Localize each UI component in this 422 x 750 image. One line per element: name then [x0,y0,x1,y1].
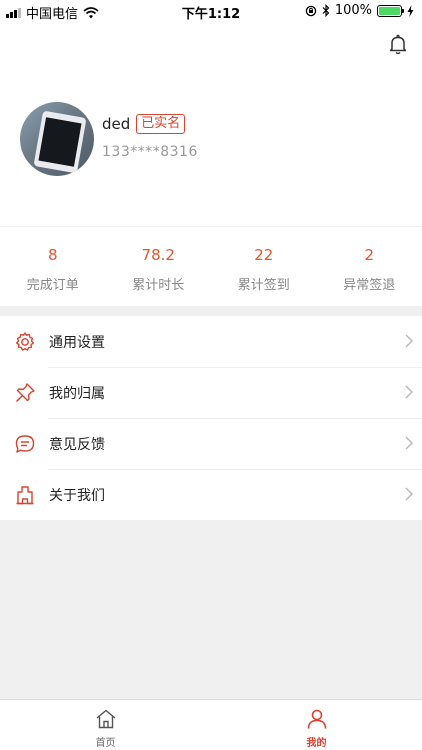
stat-label: 异常签退 [343,278,396,293]
stat-value: 78.2 [141,246,175,264]
tab-home[interactable]: 首页 [0,700,211,750]
stat-label: 累计签到 [237,278,290,293]
stats-row: 8 完成订单 78.2 累计时长 22 累计签到 2 异常签退 [0,226,422,306]
status-bar: 中国电信 下午1:12 100% [0,0,422,22]
rotation-lock-icon [305,5,317,16]
menu-item-feedback[interactable]: 意见反馈 [0,418,422,469]
person-icon [307,709,326,729]
stat-completed-orders[interactable]: 8 完成订单 [0,227,106,306]
battery-percent: 100% [334,3,372,18]
feedback-icon [15,434,35,453]
stat-value: 22 [254,246,274,264]
menu-item-label: 通用设置 [49,334,105,351]
settings-menu: 通用设置 我的归属 意见反馈 关于我们 [0,316,422,520]
menu-item-general-settings[interactable]: 通用设置 [0,316,422,367]
menu-item-about-us[interactable]: 关于我们 [0,469,422,520]
tab-mine[interactable]: 我的 [211,700,422,750]
profile-header: ded 已实名 133****8316 [0,22,422,226]
stat-value: 8 [47,246,58,264]
stat-label: 完成订单 [26,278,79,293]
stat-total-checkins[interactable]: 22 累计签到 [211,227,317,306]
verified-badge: 已实名 [136,114,186,134]
tab-label: 首页 [95,738,116,749]
chevron-right-icon [405,334,414,348]
chevron-right-icon [405,436,414,450]
gear-icon [16,331,34,351]
home-icon [96,709,115,729]
tab-label: 我的 [306,738,327,749]
charging-icon [407,4,414,17]
menu-item-my-affiliation[interactable]: 我的归属 [0,367,422,418]
user-phone: 133****8316 [102,144,198,160]
chevron-right-icon [405,385,414,399]
bell-icon[interactable] [386,32,410,56]
chevron-right-icon [405,487,414,501]
avatar[interactable] [20,102,94,176]
menu-item-label: 我的归属 [49,385,105,402]
menu-item-label: 意见反馈 [49,436,105,453]
bluetooth-icon [322,4,330,17]
building-icon [16,485,34,504]
menu-item-label: 关于我们 [49,487,105,504]
stat-value: 2 [364,246,375,264]
stat-label: 累计时长 [132,278,185,293]
battery-icon [377,4,404,17]
user-name: ded [102,115,131,133]
pin-icon [15,382,35,402]
stat-abnormal-checkouts[interactable]: 2 异常签退 [317,227,422,306]
tab-bar: 首页 我的 [0,699,422,750]
stat-total-duration[interactable]: 78.2 累计时长 [106,227,212,306]
